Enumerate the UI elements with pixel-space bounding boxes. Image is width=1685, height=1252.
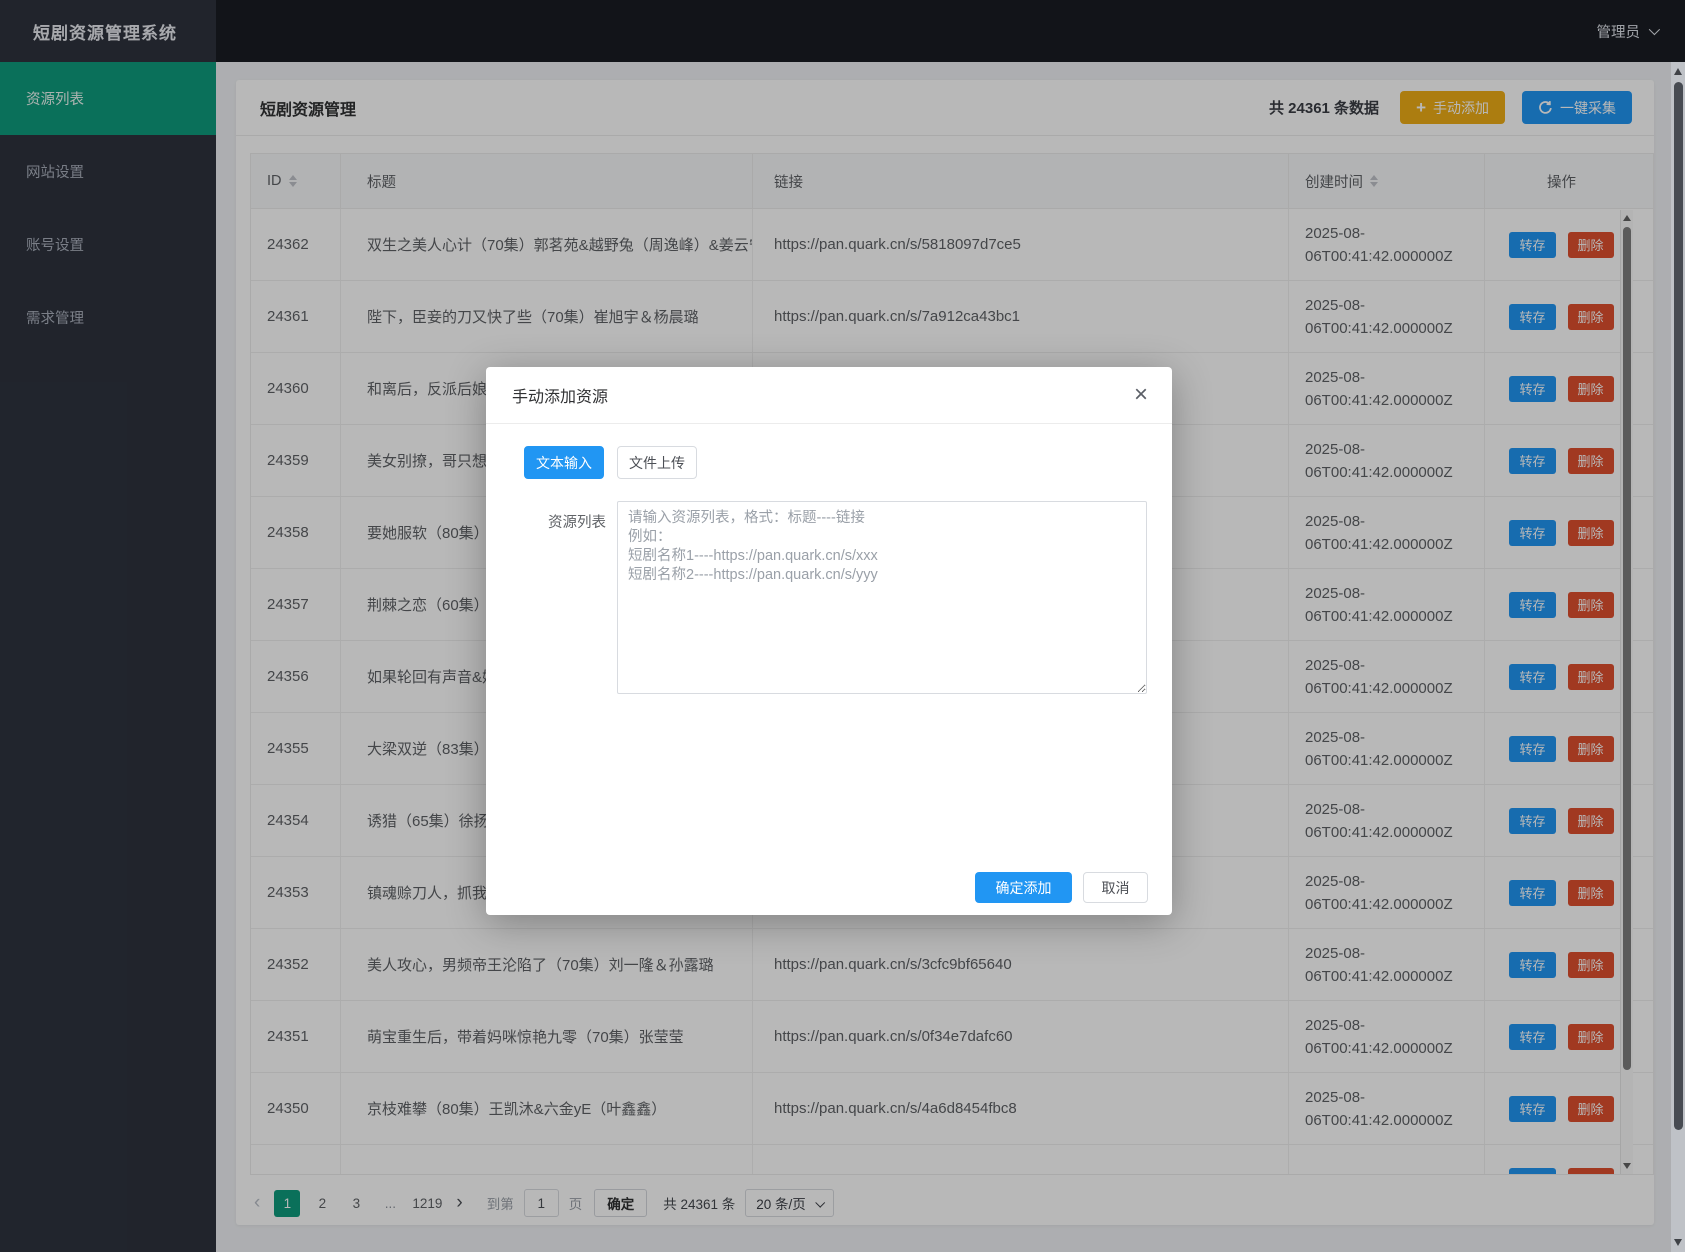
page-scrollbar[interactable] xyxy=(1671,62,1685,1252)
modal-tabs: 文本输入 文件上传 xyxy=(524,446,1147,479)
manual-add-modal: 手动添加资源 × 文本输入 文件上传 资源列表 确定添加 取消 xyxy=(486,367,1172,915)
modal-header: 手动添加资源 × xyxy=(486,367,1172,424)
resource-list-label: 资源列表 xyxy=(524,501,617,694)
tab-file-upload[interactable]: 文件上传 xyxy=(617,446,697,479)
scrollbar-thumb[interactable] xyxy=(1674,82,1683,1130)
screen: 短剧资源管理系统 管理员 资源列表 网站设置 账号设置 需求管理 短剧资源管理 … xyxy=(0,0,1685,1252)
close-icon[interactable]: × xyxy=(1134,383,1148,407)
modal-body: 文本输入 文件上传 资源列表 xyxy=(486,424,1172,694)
cancel-button[interactable]: 取消 xyxy=(1083,872,1148,903)
tab-text-input[interactable]: 文本输入 xyxy=(524,446,604,479)
resource-list-textarea[interactable] xyxy=(617,501,1147,694)
scroll-up-icon[interactable] xyxy=(1674,68,1682,75)
scroll-down-icon[interactable] xyxy=(1674,1239,1682,1246)
modal-footer: 确定添加 取消 xyxy=(975,872,1148,903)
modal-title: 手动添加资源 xyxy=(512,383,608,407)
resource-list-form-row: 资源列表 xyxy=(524,501,1147,694)
confirm-add-button[interactable]: 确定添加 xyxy=(975,872,1072,903)
